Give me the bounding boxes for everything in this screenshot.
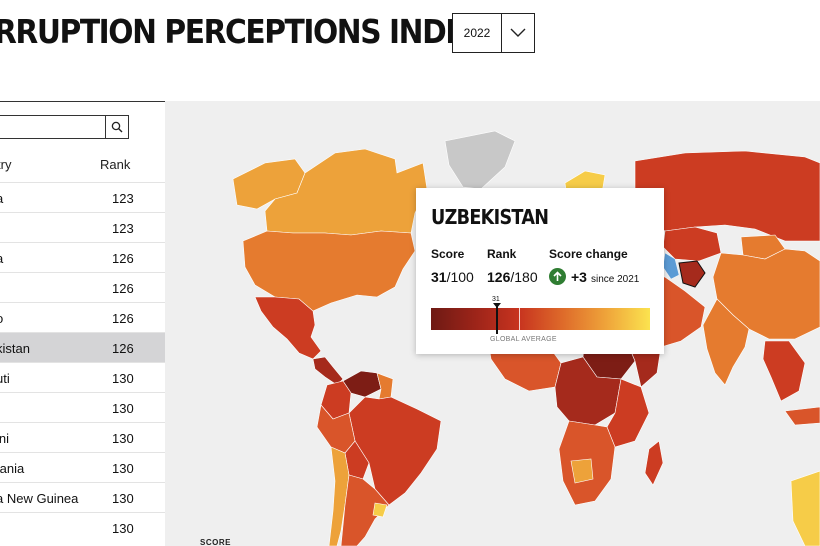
country-table: try Rank a 123 123 a 126 126 o 126 kistan 126 uti 1…	[0, 101, 165, 546]
row-rank: 126	[112, 251, 134, 266]
row-country: tania	[0, 461, 25, 476]
country-madagascar[interactable]	[644, 440, 664, 486]
row-country: o	[0, 311, 3, 326]
search-icon	[111, 121, 123, 133]
table-row[interactable]: 123	[0, 212, 165, 242]
tooltip-change-label: Score change	[549, 247, 628, 261]
row-country: ini	[0, 431, 10, 446]
score-scale-marker-label: 31	[492, 296, 500, 303]
country-kazakhstan[interactable]	[662, 226, 722, 262]
country-tooltip: UZBEKISTAN Score Rank Score change 31/10…	[416, 188, 664, 354]
table-row[interactable]: 130	[0, 512, 165, 542]
year-select[interactable]: 2022	[452, 13, 535, 53]
table-row[interactable]: 126	[0, 272, 165, 302]
tooltip-score-value: 31/100	[431, 269, 474, 285]
year-select-value: 2022	[463, 26, 491, 40]
row-rank: 123	[112, 221, 134, 236]
row-rank: 130	[112, 431, 134, 446]
row-rank: 123	[112, 191, 134, 206]
tooltip-score-label: Score	[431, 247, 465, 261]
table-row[interactable]: ini 130	[0, 422, 165, 452]
search-input[interactable]	[0, 115, 106, 139]
row-rank: 130	[112, 371, 134, 386]
search-button[interactable]	[105, 115, 129, 139]
table-row[interactable]: o 126	[0, 302, 165, 332]
table-row[interactable]: uti 130	[0, 362, 165, 392]
arrow-up-icon	[549, 268, 566, 285]
country-botswana[interactable]	[570, 458, 594, 484]
row-rank: 130	[112, 401, 134, 416]
tooltip-rank-label: Rank	[487, 247, 517, 261]
table-row[interactable]: 130	[0, 392, 165, 422]
row-rank: 126	[112, 341, 134, 356]
column-header-rank[interactable]: Rank	[100, 157, 130, 172]
row-country: a	[0, 251, 3, 266]
country-central-america[interactable]	[312, 356, 344, 386]
country-southeast-asia[interactable]	[762, 340, 806, 402]
score-scale-bar	[431, 308, 650, 330]
row-country: a New Guinea	[0, 491, 79, 506]
table-body: a 123 123 a 126 126 o 126 kistan 126 uti 130 130 ini 1…	[0, 182, 165, 542]
country-australia[interactable]	[790, 470, 820, 546]
tooltip-change-since: since 2021	[591, 274, 640, 285]
column-header-country[interactable]: try	[0, 157, 11, 172]
map-legend-label: SCORE	[200, 538, 231, 546]
row-rank: 126	[112, 281, 134, 296]
global-average-tick	[519, 307, 520, 332]
row-rank: 126	[112, 311, 134, 326]
row-country: kistan	[0, 341, 30, 356]
page-title: RRUPTION PERCEPTIONS INDEX	[0, 12, 487, 51]
score-scale-marker	[496, 304, 498, 334]
table-row[interactable]: tania 130	[0, 452, 165, 482]
table-row[interactable]: kistan 126	[0, 332, 165, 362]
country-uruguay[interactable]	[372, 502, 388, 518]
row-rank: 130	[112, 491, 134, 506]
table-row[interactable]: a 126	[0, 242, 165, 272]
chevron-down-icon[interactable]	[501, 14, 534, 52]
row-country: uti	[0, 371, 10, 386]
row-rank: 130	[112, 521, 134, 536]
country-uzbekistan[interactable]	[678, 260, 706, 288]
global-average-label: GLOBAL AVERAGE	[490, 336, 557, 343]
table-row[interactable]: a 123	[0, 182, 165, 212]
country-indonesia[interactable]	[784, 406, 820, 426]
tooltip-rank-value: 126/180	[487, 269, 538, 285]
row-rank: 130	[112, 461, 134, 476]
tooltip-change-value: +3	[571, 269, 587, 285]
table-row[interactable]: a New Guinea 130	[0, 482, 165, 512]
row-country: a	[0, 191, 3, 206]
country-greenland	[444, 130, 516, 190]
tooltip-country-name: UZBEKISTAN	[431, 205, 549, 229]
